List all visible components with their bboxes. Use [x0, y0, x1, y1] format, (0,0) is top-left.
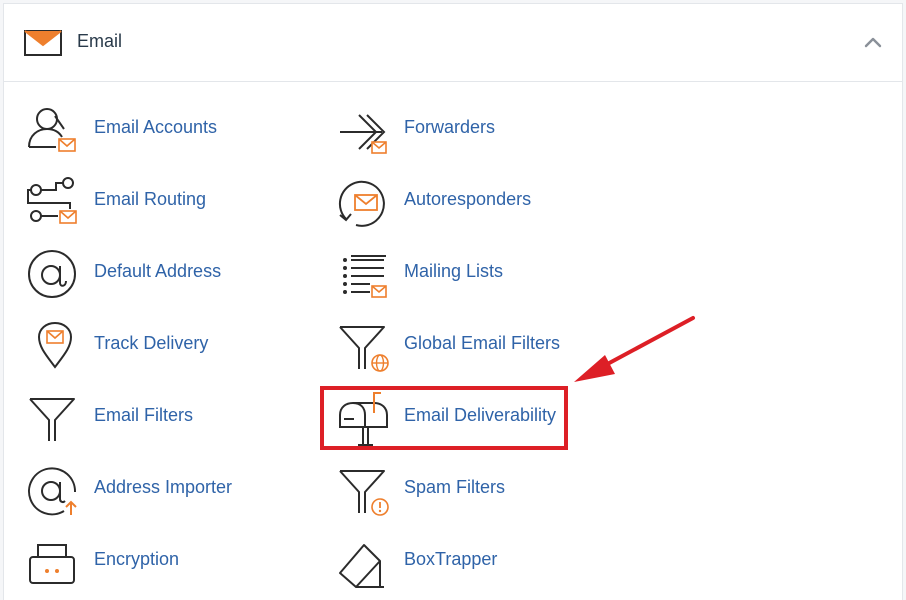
chevron-up-icon[interactable] [862, 32, 884, 54]
autoresponders-label: Autoresponders [404, 189, 532, 209]
mailing-lists-item[interactable]: Mailing Lists [334, 243, 594, 305]
address-importer-item[interactable]: Address Importer [24, 459, 274, 521]
boxtrapper-label: BoxTrapper [404, 549, 498, 569]
funnel-globe-icon [339, 326, 389, 372]
funnel-icon [29, 398, 75, 441]
boxtrapper-icon [339, 544, 384, 588]
autoresponder-icon [338, 180, 385, 227]
funnel-warning-icon [339, 470, 389, 516]
default-address-item[interactable]: Default Address [24, 243, 274, 305]
email-accounts-item[interactable]: Email Accounts [24, 99, 274, 161]
boxtrapper-item[interactable]: BoxTrapper [334, 531, 594, 593]
track-delivery-label: Track Delivery [94, 333, 209, 353]
forwarders-item[interactable]: Forwarders [334, 99, 594, 161]
global-email-filters-item[interactable]: Global Email Filters [334, 315, 594, 377]
email-filters-label: Email Filters [94, 405, 194, 425]
track-delivery-item[interactable]: Track Delivery [24, 315, 274, 377]
highlight-box [320, 386, 568, 450]
forwarders-label: Forwarders [404, 117, 496, 137]
email-routing-item[interactable]: Email Routing [24, 171, 274, 233]
email-routing-label: Email Routing [94, 189, 207, 209]
section-header[interactable]: Email [4, 4, 902, 82]
default-address-label: Default Address [94, 261, 222, 281]
global-email-filters-label: Global Email Filters [404, 333, 561, 353]
encryption-icon [29, 544, 75, 584]
at-sign-icon [28, 250, 76, 298]
email-filters-item[interactable]: Email Filters [24, 387, 274, 449]
at-sign-upload-icon [28, 467, 77, 516]
email-routing-icon [27, 177, 77, 224]
encryption-item[interactable]: Encryption [24, 531, 274, 593]
spam-filters-item[interactable]: Spam Filters [334, 459, 594, 521]
encryption-label: Encryption [94, 549, 180, 569]
spam-filters-label: Spam Filters [404, 477, 506, 497]
forward-arrows-icon [340, 114, 387, 154]
email-accounts-icon [28, 108, 76, 152]
email-accounts-label: Email Accounts [94, 117, 218, 137]
autoresponders-item[interactable]: Autoresponders [334, 171, 594, 233]
red-arrow-annotation [574, 316, 695, 382]
section-title: Email [77, 31, 123, 51]
address-importer-label: Address Importer [94, 477, 233, 497]
email-section-panel: Email Email Accounts Email Routing Defau… [3, 3, 903, 600]
envelope-icon [24, 30, 62, 56]
location-pin-mail-icon [37, 321, 73, 369]
list-mail-icon [343, 255, 387, 298]
mailing-lists-label: Mailing Lists [404, 261, 504, 281]
